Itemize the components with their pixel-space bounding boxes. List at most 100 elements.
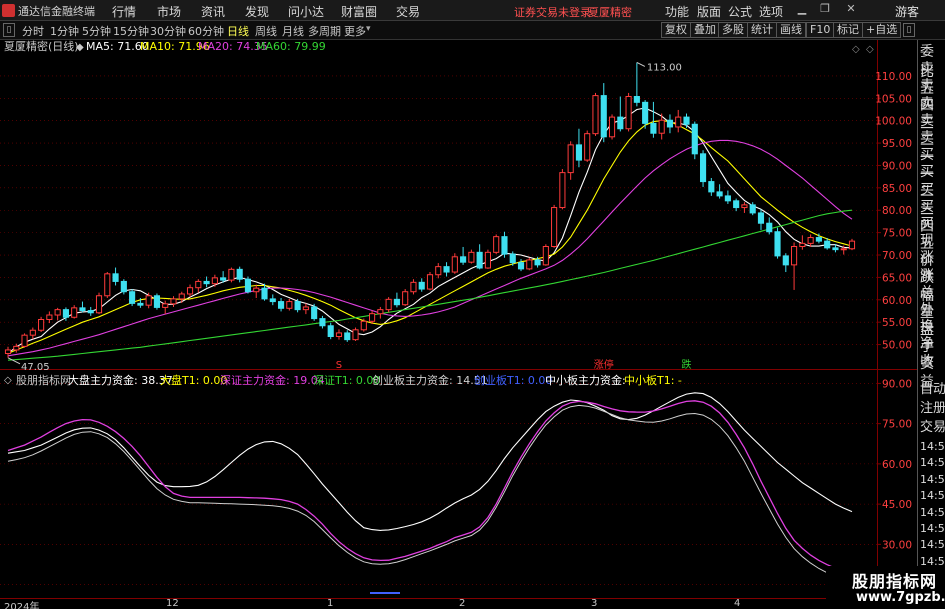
panel-collapse-icon[interactable]: ▯ — [903, 23, 915, 37]
candle — [468, 249, 475, 264]
indicator-panel[interactable]: 90.0075.0060.0045.0030.0015.00 ◇ 股朋指标网 大… — [0, 370, 945, 598]
legend-toggle-icon[interactable]: ◆ — [76, 42, 84, 53]
main-chart-panel[interactable]: 113.00 47.05 S 涨停 跌 110.00 105.00 100.00 95.00 9… — [0, 39, 945, 373]
candle — [145, 292, 152, 309]
layout-button[interactable]: 版面 — [697, 3, 721, 20]
candle-body-down — [311, 306, 318, 320]
candle-body-down — [418, 281, 425, 290]
candle — [526, 257, 533, 271]
candle-body-down — [460, 256, 467, 263]
candle — [575, 128, 583, 168]
candle — [327, 322, 334, 340]
candle-body-down — [815, 237, 822, 242]
period-multi[interactable]: 多周期 — [308, 23, 341, 39]
period-weekly[interactable]: 周线 — [255, 23, 277, 39]
period-1min[interactable]: 1分钟 — [50, 23, 79, 39]
candle-body-down — [509, 253, 516, 264]
candle-body-down — [261, 287, 268, 300]
candle-body-up — [625, 96, 632, 130]
chevron-down-icon[interactable]: ▾ — [366, 24, 371, 34]
indicator-legend-sme-fund: 中小板主力资金: - — [545, 373, 633, 387]
menu-discover[interactable]: 发现 — [245, 3, 269, 20]
period-15min[interactable]: 15分钟 — [113, 23, 149, 39]
candle — [29, 327, 36, 340]
candle-body-up — [551, 207, 558, 248]
period-monthly[interactable]: 月线 — [282, 23, 304, 39]
candle-body-up — [584, 133, 591, 161]
stock-name-title: 夏厦精密 — [588, 6, 632, 19]
candle — [633, 62, 640, 107]
y-tick-label: 90.00 — [882, 378, 912, 390]
quote-side-panel: 委比 卖五 卖四 卖三 卖二 卖一 买一 买二 买三 买四 买五 现价 涨跌 涨幅 总量 外盘 换手 净资 收益 自动… — [917, 40, 945, 598]
candle-body-down — [120, 280, 127, 293]
side-action-label[interactable]: 交易 — [920, 418, 945, 438]
menu-ask[interactable]: 问小达 — [288, 3, 324, 20]
menu-trade[interactable]: 交易 — [396, 3, 420, 20]
ma-line-ma20 — [7, 139, 853, 357]
date-label: 4 — [734, 598, 741, 609]
menu-market-quotes[interactable]: 行情 — [112, 3, 136, 20]
candlestick-chart[interactable]: 113.00 47.05 S 涨停 跌 110.00 105.00 100.00 95.00 9… — [0, 39, 917, 373]
formula-button[interactable]: 公式 — [728, 3, 752, 20]
overlay-button[interactable]: 叠加 — [690, 22, 720, 38]
period-60min[interactable]: 60分钟 — [188, 23, 224, 39]
zoom-marker-icon[interactable]: ◇ — [852, 44, 860, 55]
low-price-label: 47.05 — [21, 362, 50, 370]
candle-body-down — [691, 123, 698, 155]
candle — [95, 292, 103, 315]
f10-button[interactable]: F10 — [806, 22, 835, 38]
candle — [369, 310, 376, 324]
indicator-legend-market-fund: 大盘主力资金: 38.37 — [68, 373, 173, 387]
candle-body-down — [62, 309, 69, 318]
restore-icon[interactable]: ❐ — [818, 2, 832, 17]
draw-line-button[interactable]: 画线 — [776, 22, 806, 38]
add-watchlist-button[interactable]: +自选 — [862, 22, 902, 38]
period-more[interactable]: 更多 — [344, 23, 366, 39]
adjust-button[interactable]: 复权 — [661, 22, 691, 38]
candle-body-down — [733, 200, 740, 209]
candle-body-up — [4, 349, 12, 355]
close-icon[interactable]: ✕ — [844, 2, 858, 17]
panel-toggle-icon[interactable]: ▯ — [3, 23, 15, 37]
candle-body-up — [567, 144, 574, 174]
candle — [460, 246, 467, 265]
candle-body-up — [104, 273, 111, 297]
guest-label[interactable]: 游客 — [895, 3, 919, 20]
y-tick-label: 30.00 — [882, 539, 912, 551]
period-5min[interactable]: 5分钟 — [82, 23, 111, 39]
candle-body-up — [484, 251, 491, 269]
options-button[interactable]: 选项 — [759, 3, 783, 20]
multi-stock-button[interactable]: 多股 — [718, 22, 748, 38]
side-action-label[interactable]: 注册 — [920, 399, 945, 419]
side-action-label[interactable]: 自动 — [920, 380, 945, 400]
indicator-toggle-icon[interactable]: ◇ — [4, 375, 12, 386]
menu-wealth-circle[interactable]: 财富圈 — [341, 3, 377, 20]
candle-body-down — [724, 195, 731, 202]
period-intraday[interactable]: 分时 — [22, 23, 44, 39]
candle-body-down — [600, 95, 607, 138]
minimize-icon[interactable]: ▁ — [795, 2, 809, 17]
candle-body-up — [178, 293, 185, 300]
candle — [162, 300, 169, 315]
menu-market[interactable]: 市场 — [157, 3, 181, 20]
period-daily[interactable]: 日线 — [227, 23, 249, 39]
statistics-button[interactable]: 统计 — [747, 22, 777, 38]
function-button[interactable]: 功能 — [665, 3, 689, 20]
candle-body-down — [757, 212, 765, 224]
mark-button[interactable]: 标记 — [833, 22, 863, 38]
candle-body-down — [708, 181, 715, 193]
period-30min[interactable]: 30分钟 — [150, 23, 186, 39]
settings-marker-icon[interactable]: ◇ — [866, 44, 874, 55]
candle — [319, 315, 326, 329]
candle-body-up — [360, 320, 367, 331]
candle-body-down — [79, 307, 86, 312]
candle — [286, 298, 293, 311]
candle-body-down — [319, 318, 326, 327]
candle-body-down — [112, 273, 119, 282]
indicator-chart[interactable]: 90.0075.0060.0045.0030.0015.00 ◇ 股朋指标网 大… — [0, 370, 917, 598]
login-warning[interactable]: 证券交易未登录 — [514, 4, 591, 20]
candle-body-down — [244, 278, 252, 293]
menu-news[interactable]: 资讯 — [201, 3, 225, 20]
candle — [311, 303, 318, 321]
indicator-legend-sme-t1: 中小板T1: - — [624, 373, 682, 387]
